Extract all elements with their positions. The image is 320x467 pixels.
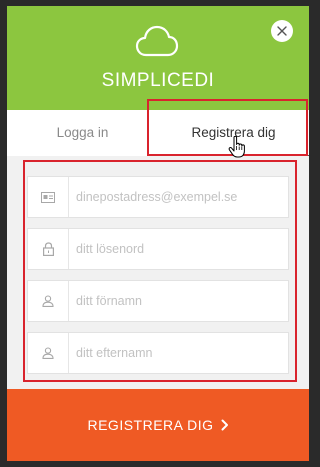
password-input[interactable] xyxy=(76,229,280,269)
password-field-icon-box xyxy=(28,229,69,269)
user-icon xyxy=(42,295,54,307)
auth-tabs: Logga in Registrera dig xyxy=(7,110,309,156)
app-title: SIMPLICEDI xyxy=(101,70,215,91)
close-button[interactable] xyxy=(271,20,293,42)
signup-modal: SIMPLICEDI Logga in Registrera dig dinep… xyxy=(7,6,309,461)
chevron-right-icon xyxy=(221,419,228,431)
email-input[interactable] xyxy=(76,177,280,217)
email-field[interactable] xyxy=(27,176,289,218)
first-name-field-icon-box xyxy=(28,281,69,321)
last-name-input[interactable] xyxy=(76,333,280,373)
password-field[interactable] xyxy=(27,228,289,270)
user-icon xyxy=(42,347,54,359)
lock-icon xyxy=(42,242,54,256)
id-card-icon xyxy=(41,191,55,203)
cloud-icon xyxy=(135,25,179,57)
close-icon xyxy=(277,26,287,36)
register-submit-button[interactable]: REGISTRERA DIG xyxy=(7,389,309,461)
hand-cursor-icon xyxy=(228,136,245,158)
first-name-input[interactable] xyxy=(76,281,280,321)
last-name-field-icon-box xyxy=(28,333,69,373)
register-submit-label: REGISTRERA DIG xyxy=(87,417,214,433)
modal-header: SIMPLICEDI xyxy=(7,6,309,110)
tab-login[interactable]: Logga in xyxy=(7,110,158,156)
first-name-field[interactable] xyxy=(27,280,289,322)
email-field-icon-box xyxy=(28,177,69,217)
last-name-field[interactable] xyxy=(27,332,289,374)
registration-form xyxy=(7,156,309,389)
